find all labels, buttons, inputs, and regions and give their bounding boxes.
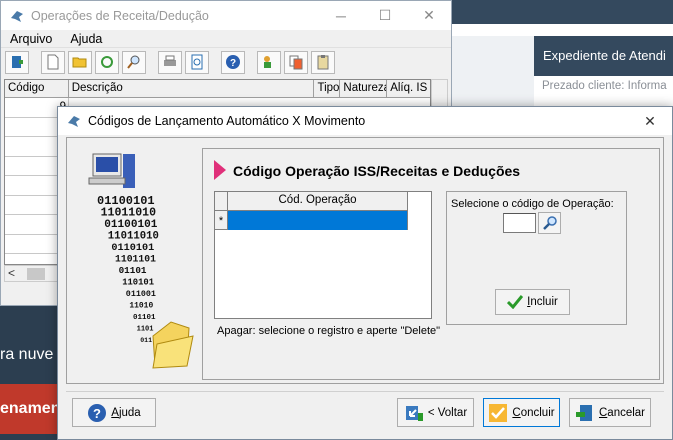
select-operation-group: Selecione o código de Operação: Incluir — [446, 191, 627, 325]
back-button[interactable]: < Voltar — [397, 398, 474, 427]
binary-art-line: 11011010 — [108, 231, 159, 243]
copy-icon[interactable] — [284, 50, 308, 74]
webpage-left-text: ra nuve — [0, 346, 54, 363]
dialog-button-bar: ? Ajuda < Voltar Concluir Cancelar — [66, 391, 664, 433]
checkmark-icon — [507, 295, 524, 309]
operations-window-title: Operações de Receita/Dedução — [31, 8, 209, 23]
new-row[interactable]: * — [215, 211, 431, 230]
back-arrow-icon — [405, 405, 423, 421]
close-icon[interactable]: ✕ — [628, 113, 672, 130]
app-icon — [68, 116, 80, 127]
toolbar: ? — [1, 48, 451, 76]
row-indicator-header — [215, 192, 228, 211]
app-icon — [11, 10, 23, 22]
column-descricao[interactable]: Descrição — [69, 80, 315, 97]
column-tipo[interactable]: Tipo — [314, 80, 341, 97]
menu-ajuda[interactable]: Ajuda — [61, 32, 111, 46]
cancel-button-label: Cancelar — [598, 406, 646, 419]
binary-computer-folder-illustration: 0110010111011010011001011101101001101011… — [88, 153, 194, 369]
operations-grid-header: Código Descrição Tipo Natureza Alíq. IS — [5, 80, 430, 98]
print-preview-icon[interactable] — [185, 50, 209, 74]
dialog-titlebar[interactable]: Códigos de Lançamento Automático X Movim… — [58, 107, 672, 135]
open-folder-icon[interactable] — [68, 50, 92, 74]
search-icon[interactable] — [122, 50, 146, 74]
search-icon[interactable] — [538, 212, 561, 234]
operations-window-titlebar[interactable]: Operações de Receita/Dedução ─ ☐ ✕ — [1, 1, 451, 30]
svg-text:?: ? — [93, 406, 101, 421]
binary-art-line: 0110101 — [111, 243, 154, 254]
heading-arrow-icon — [214, 160, 226, 180]
binary-art-line: 11011010 — [101, 207, 157, 220]
operation-code-input[interactable] — [503, 213, 536, 233]
cancel-button[interactable]: Cancelar — [569, 398, 651, 427]
column-natureza[interactable]: Natureza — [340, 80, 388, 97]
new-document-icon[interactable] — [41, 50, 65, 74]
operation-code-grid[interactable]: Cód. Operação * — [214, 191, 432, 319]
binary-art-line: 1101101 — [115, 254, 156, 265]
finish-button-label: Concluir — [512, 406, 555, 419]
binary-art-line: 1101 — [137, 326, 154, 334]
binary-art-line: 01101 — [119, 265, 147, 276]
include-button[interactable]: Incluir — [495, 289, 570, 315]
automatic-codes-dialog: Códigos de Lançamento Automático X Movim… — [57, 106, 673, 440]
webpage-card-title: Expediente de Atendi — [534, 36, 673, 76]
binary-art-line: 01101 — [133, 314, 156, 322]
operation-code-panel: Código Operação ISS/Receitas e Deduções … — [202, 148, 660, 380]
binary-art-line: 011 — [140, 337, 152, 344]
selected-cell[interactable] — [228, 211, 408, 230]
binary-art-line: 01100101 — [104, 219, 158, 231]
back-button-label: < Voltar — [427, 406, 468, 419]
paste-icon[interactable] — [311, 50, 335, 74]
help-icon: ? — [88, 403, 107, 422]
column-aliquota[interactable]: Alíq. IS — [387, 80, 430, 97]
cancel-door-icon — [575, 404, 592, 421]
operation-grid-header: Cód. Operação — [215, 192, 431, 211]
webpage-top-bar — [452, 0, 673, 24]
menu-arquivo[interactable]: Arquivo — [1, 32, 61, 46]
help-icon[interactable]: ? — [221, 50, 245, 74]
menubar: Arquivo Ajuda — [1, 30, 451, 48]
panel-heading: Código Operação ISS/Receitas e Deduções — [233, 163, 521, 179]
webpage-left-bold-text: enamen — [0, 400, 61, 417]
binary-art-line: 11010 — [129, 302, 153, 311]
new-row-marker: * — [215, 211, 228, 230]
column-codigo[interactable]: Código — [5, 80, 69, 97]
scroll-thumb[interactable] — [27, 268, 45, 280]
select-operation-label: Selecione o código de Operação: — [451, 198, 614, 210]
close-icon[interactable]: ✕ — [407, 1, 451, 30]
maximize-icon[interactable]: ☐ — [363, 1, 407, 30]
dialog-title: Códigos de Lançamento Automático X Movim… — [88, 114, 366, 128]
scroll-left-icon[interactable]: < — [8, 266, 15, 280]
exit-door-icon[interactable] — [5, 50, 29, 74]
column-cod-operacao[interactable]: Cód. Operação — [228, 192, 408, 211]
help-button[interactable]: ? Ajuda — [72, 398, 156, 427]
include-button-label: Incluir — [527, 296, 558, 308]
refresh-icon[interactable] — [95, 50, 119, 74]
binary-art-line: 011001 — [126, 289, 156, 299]
minimize-icon[interactable]: ─ — [319, 1, 363, 30]
users-icon[interactable] — [257, 50, 281, 74]
binary-art-line: 110101 — [122, 278, 154, 288]
finish-check-icon — [489, 403, 508, 422]
help-button-label: Ajuda — [111, 406, 141, 419]
webpage-band — [452, 24, 673, 36]
dialog-main-panel: 01100101 11011010 01100101 11011010 0110101 1… — [66, 137, 664, 384]
svg-text:?: ? — [230, 58, 236, 69]
delete-hint: Apagar: selecione o registro e aperte "D… — [217, 325, 441, 337]
print-icon[interactable] — [158, 50, 182, 74]
finish-button[interactable]: Concluir — [483, 398, 560, 427]
